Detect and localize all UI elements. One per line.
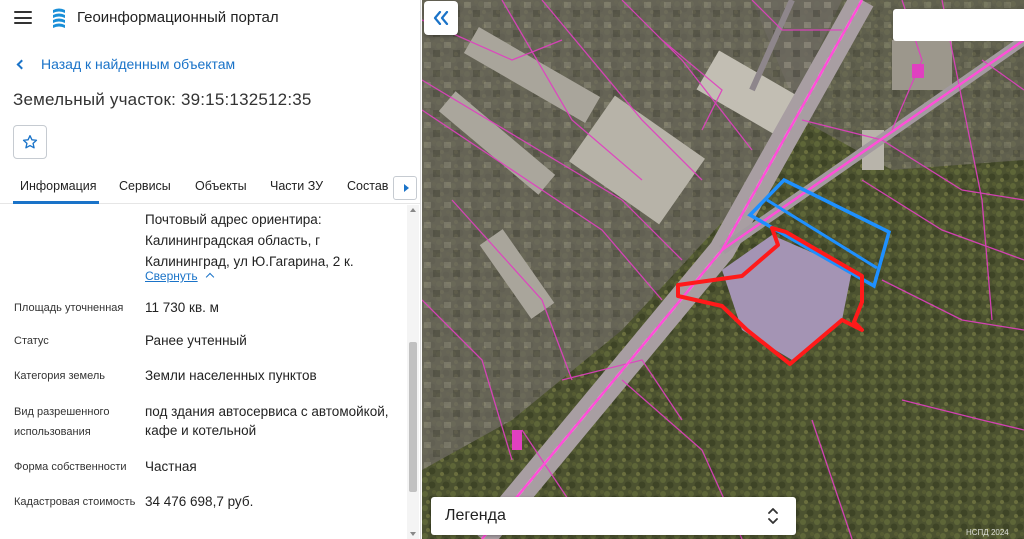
collapse-link[interactable]: Свернуть [145, 269, 198, 283]
back-to-results-link[interactable]: Назад к найденным объектам [14, 56, 235, 72]
scroll-up-icon[interactable] [410, 208, 416, 212]
map-copyright: НСПД 2024 [966, 528, 1009, 537]
tab-bar: Информация Сервисы Объекты Части ЗУ Сост… [0, 170, 420, 204]
status-value: Ранее учтенный [145, 333, 247, 348]
tab-services[interactable]: Сервисы [119, 179, 171, 193]
legend-label: Легенда [445, 507, 506, 524]
map-view[interactable]: НСПД 2024 [422, 0, 1024, 539]
cadastral-value: 34 476 698,7 руб. [145, 494, 254, 509]
chevron-left-icon [16, 59, 27, 69]
active-tab-indicator [13, 201, 99, 204]
area-value: 11 730 кв. м [145, 300, 219, 315]
tab-information[interactable]: Информация [20, 179, 97, 193]
portal-logo-icon [53, 8, 65, 28]
info-panel: Геоинформационный портал Назад к найденн… [0, 0, 421, 539]
land-category-value: Земли населенных пунктов [145, 368, 317, 383]
scroll-down-icon[interactable] [410, 532, 416, 536]
star-icon [22, 135, 38, 149]
postal-address-text: Почтовый адрес ориентира: Калининградска… [145, 212, 354, 269]
status-label: Статус [14, 335, 49, 347]
land-category-label: Категория земель [14, 370, 105, 382]
cadastral-value-label: Кадастровая стоимость [14, 496, 136, 508]
map-search-input[interactable] [893, 9, 1024, 41]
arrow-right-icon [403, 184, 409, 192]
chevron-up-icon [205, 272, 215, 282]
tab-composition[interactable]: Состав [347, 179, 388, 193]
app-title: Геоинформационный портал [77, 9, 279, 26]
tab-parcel-parts[interactable]: Части ЗУ [270, 179, 323, 193]
collapse-panel-button[interactable] [424, 1, 458, 35]
ownership-label: Форма собственности [14, 461, 127, 473]
chevron-up-down-icon [768, 508, 778, 524]
details-content: Почтовый адрес ориентира: Калининградска… [0, 205, 405, 539]
app-header: Геоинформационный портал [0, 0, 420, 36]
favorite-button[interactable] [13, 125, 47, 159]
object-title: Земельный участок: 39:15:132512:35 [13, 90, 312, 109]
permitted-use-label: Вид разрешенного использования [14, 406, 110, 438]
permitted-use-value: под здания автосервиса с автомойкой, каф… [145, 404, 389, 438]
legend-dropdown[interactable]: Легенда [431, 497, 796, 535]
ownership-value: Частная [145, 459, 197, 474]
tabs-scroll-right-button[interactable] [393, 176, 417, 200]
hamburger-icon[interactable] [14, 11, 32, 24]
double-chevron-left-icon [433, 11, 449, 25]
tab-objects[interactable]: Объекты [195, 179, 247, 193]
area-label: Площадь уточненная [14, 302, 124, 314]
back-link-label: Назад к найденным объектам [41, 56, 236, 72]
details-scrollbar[interactable] [407, 205, 419, 539]
satellite-map[interactable] [422, 0, 1024, 539]
scrollbar-thumb[interactable] [409, 342, 417, 492]
